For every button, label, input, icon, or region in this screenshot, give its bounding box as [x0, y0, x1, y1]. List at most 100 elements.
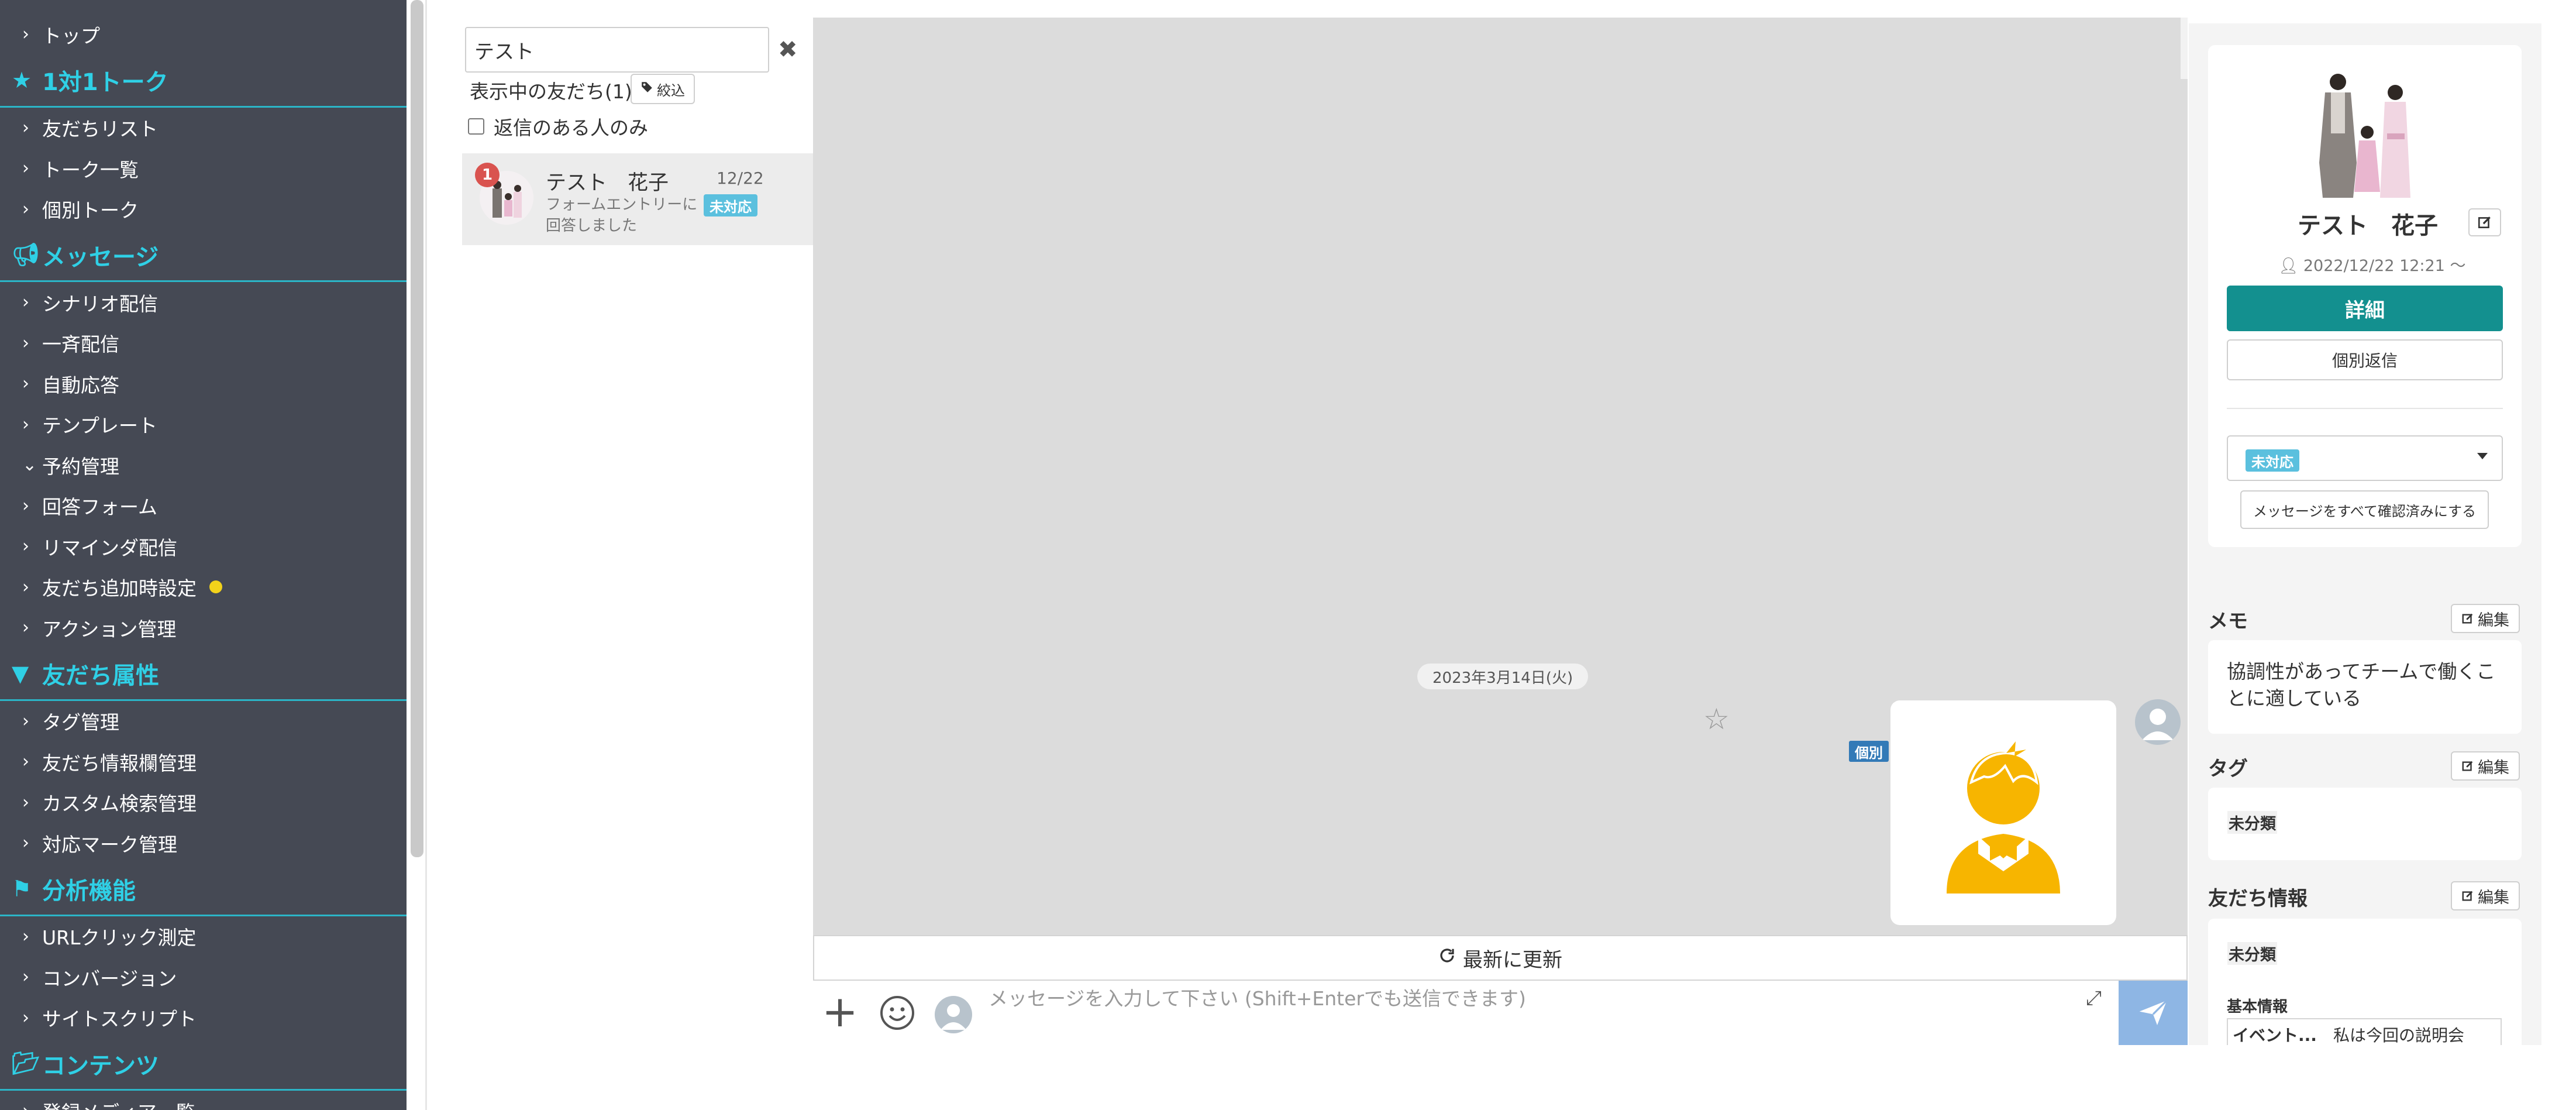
profile-name: テスト 花子 — [2298, 212, 2438, 239]
sidebar-item-label: 友だち追加時設定 — [42, 577, 197, 600]
sidebar-section[interactable]: ▼ 友だち属性 — [0, 648, 407, 701]
sidebar-item[interactable]: › URLクリック測定 — [0, 916, 407, 957]
sidebar-item[interactable]: › 個別トーク — [0, 189, 407, 230]
sidebar-item-label: 回答フォーム — [42, 496, 158, 519]
sidebar-item-label: 友だちリスト — [42, 118, 158, 141]
sidebar-item[interactable]: › コンバージョン — [0, 957, 407, 998]
chevron-right-icon: › — [22, 332, 29, 353]
memo-edit-label: 編集 — [2478, 611, 2509, 630]
sidebar-item-label: コンバージョン — [42, 967, 177, 990]
sidebar-section[interactable]: ⚑ 分析機能 — [0, 864, 407, 916]
tag-edit-button[interactable]: 編集 — [2451, 751, 2520, 781]
sidebar-item[interactable]: › タグ管理 — [0, 701, 407, 742]
sidebar-scrollbar[interactable] — [411, 0, 423, 857]
flag-icon: ⚑ — [12, 876, 32, 902]
memo-edit-button[interactable]: 編集 — [2451, 604, 2520, 633]
memo-title: メモ — [2208, 610, 2248, 633]
detail-button[interactable]: 詳細 — [2227, 286, 2503, 331]
chevron-right-icon: › — [22, 967, 29, 988]
individual-badge: 個別 — [1849, 741, 1889, 762]
edit-name-button[interactable] — [2468, 208, 2501, 236]
checkbox-box[interactable] — [468, 118, 484, 135]
page-bottom — [427, 1045, 2576, 1110]
sidebar-item-label: リマインダ配信 — [42, 536, 177, 559]
sidebar-item[interactable]: ›登録メディア一覧 — [0, 1091, 407, 1110]
expand-icon[interactable]: ⤢ — [2086, 987, 2102, 1010]
divider — [2227, 408, 2503, 409]
folder-icon: 📂︎ — [12, 1050, 40, 1076]
sidebar-item[interactable]: › サイトスクリプト — [0, 998, 407, 1039]
friend-count: 表示中の友だち(1) — [470, 80, 632, 103]
sidebar-item[interactable]: ⌄ 予約管理 — [0, 445, 407, 486]
user-avatar-icon — [2135, 699, 2181, 745]
sidebar-item-label: トップ — [42, 24, 100, 47]
basic-info-key: イベント... — [2233, 1026, 2317, 1045]
chevron-right-icon: › — [22, 495, 29, 516]
message-image[interactable] — [1890, 700, 2116, 925]
star-icon[interactable]: ☆ — [1703, 702, 1730, 736]
emoji-icon[interactable] — [879, 995, 915, 1033]
sidebar-item[interactable]: › 友だち追加時設定 — [0, 567, 407, 608]
chat-scrollbar[interactable] — [2181, 18, 2188, 79]
message-input[interactable]: メッセージを入力して下さい (Shift+Enterでも送信できます) — [989, 983, 2112, 1011]
sidebar-item[interactable]: › 回答フォーム — [0, 486, 407, 527]
status-badge: 未対応 — [704, 194, 757, 216]
basic-info-label: 基本情報 — [2227, 998, 2288, 1016]
status-select[interactable]: 未対応 — [2227, 435, 2503, 481]
sidebar-item[interactable]: › 自動応答 — [0, 363, 407, 404]
friend-list-item[interactable]: 1 テスト 花子 12/22 フォームエントリーに回答しました 未対応 — [462, 153, 813, 245]
reply-only-checkbox[interactable]: 返信のある人のみ — [468, 112, 648, 140]
sidebar-item[interactable]: › 友だちリスト — [0, 108, 407, 149]
sidebar-item[interactable]: › 一斉配信 — [0, 323, 407, 364]
sidebar-item[interactable]: › リマインダ配信 — [0, 526, 407, 567]
edit-icon — [2462, 761, 2473, 771]
chevron-right-icon: › — [22, 536, 29, 557]
refresh-button[interactable]: 最新に更新 — [813, 935, 2188, 981]
friend-search-input[interactable] — [465, 27, 769, 73]
chevron-right-icon: › — [22, 24, 29, 45]
plus-icon[interactable]: + — [822, 990, 858, 1033]
filter-button[interactable]: 絞込 — [631, 74, 695, 104]
sidebar-section-label: 友だち属性 — [42, 662, 159, 689]
sidebar-section-label: メッセージ — [42, 243, 159, 271]
sidebar-item[interactable]: › シナリオ配信 — [0, 282, 407, 323]
sidebar-item[interactable]: › トーク一覧 — [0, 148, 407, 189]
sender-avatar-icon[interactable] — [935, 996, 972, 1033]
sidebar-item[interactable]: › カスタム検索管理 — [0, 782, 407, 823]
filter-icon: ▼ — [12, 661, 29, 686]
sidebar-section[interactable]: ★ 1対1トーク — [0, 55, 407, 108]
edit-icon — [2462, 891, 2473, 901]
chevron-right-icon: › — [22, 751, 29, 772]
friend-info-edit-label: 編集 — [2478, 888, 2509, 907]
sidebar-section-label: 1対1トーク — [42, 69, 168, 96]
chevron-right-icon: › — [22, 617, 29, 638]
sidebar-item-label: トーク一覧 — [42, 158, 139, 181]
individual-reply-button[interactable]: 個別返信 — [2227, 339, 2503, 380]
friend-date: 12/22 — [717, 169, 764, 188]
friend-info-edit-button[interactable]: 編集 — [2451, 881, 2520, 910]
sidebar: › トップ ★ 1対1トーク › 友だちリスト › トーク一覧 › 個別トーク 📢︎ メッセージ › シナ… — [0, 0, 407, 1110]
sidebar-section[interactable]: 📢︎ メッセージ — [0, 229, 407, 282]
mark-all-read-button[interactable]: メッセージをすべて確認済みにする — [2240, 490, 2489, 529]
clear-search-icon[interactable]: ✖ — [778, 36, 798, 63]
sidebar-section[interactable]: 📂︎ コンテンツ — [0, 1038, 407, 1091]
date-separator: 2023年3月14日(火) — [1417, 664, 1589, 689]
sidebar-item-label: 対応マーク管理 — [42, 833, 177, 856]
divider — [425, 0, 427, 1110]
sidebar-item-label: シナリオ配信 — [42, 292, 158, 315]
star-icon: ★ — [12, 67, 32, 93]
sidebar-item-label: 一斉配信 — [42, 333, 119, 356]
chevron-right-icon: › — [22, 158, 29, 179]
sidebar-item[interactable]: › テンプレート — [0, 404, 407, 445]
friend-since: 👤︎ 2022/12/22 12:21 〜 — [2278, 253, 2465, 276]
chevron-right-icon: › — [22, 710, 29, 731]
profile-photo — [2302, 69, 2425, 204]
tag-title: タグ — [2208, 757, 2248, 781]
sidebar-item[interactable]: › 友だち情報欄管理 — [0, 741, 407, 782]
sidebar-item-label: サイトスクリプト — [42, 1008, 197, 1031]
send-button[interactable] — [2119, 981, 2188, 1045]
sidebar-item[interactable]: › 対応マーク管理 — [0, 823, 407, 864]
sidebar-item[interactable]: › トップ — [0, 14, 407, 55]
sidebar-item[interactable]: › アクション管理 — [0, 607, 407, 648]
chevron-down-icon: ⌄ — [22, 455, 37, 476]
